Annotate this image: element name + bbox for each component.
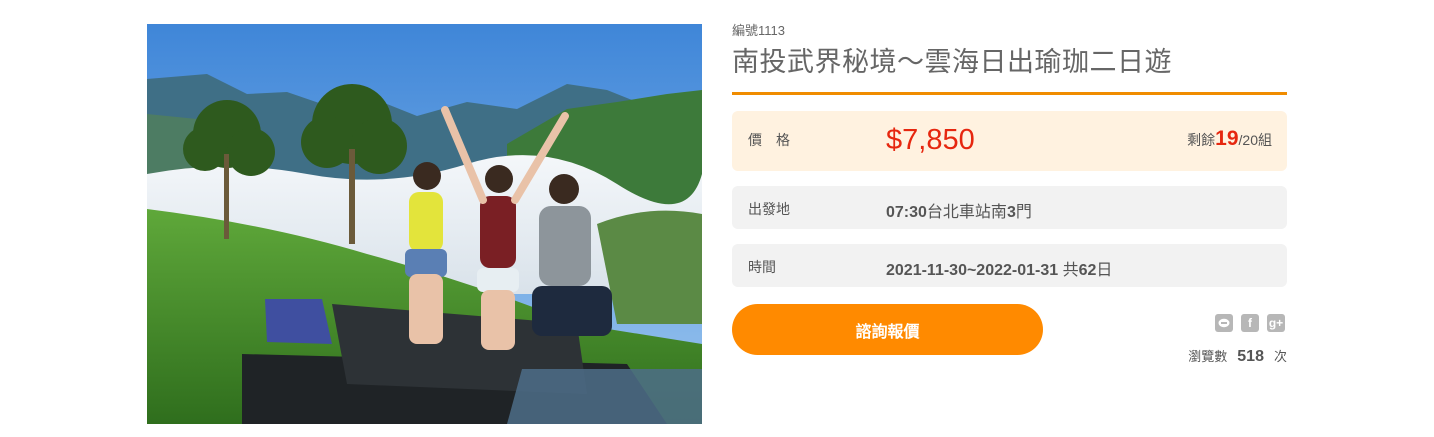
view-count-unit: 次 <box>1273 349 1287 364</box>
period-range: 2021-11-30~2022-01-31 <box>886 262 1059 279</box>
departure-place: 台北車站南 <box>926 204 1007 221</box>
remaining-suffix: /20組 <box>1238 132 1272 148</box>
period-total-prefix: 共 <box>1058 262 1079 279</box>
departure-row: 出發地 07:30台北車站南3門 <box>732 186 1287 229</box>
view-count-label: 瀏覽數 <box>1188 349 1228 364</box>
departure-time: 07:30 <box>886 204 927 221</box>
line-icon[interactable] <box>1215 314 1233 332</box>
departure-gate-number: 3 <box>1006 204 1016 221</box>
price-label: 價格 <box>748 132 804 148</box>
period-days: 62 <box>1078 262 1097 279</box>
departure-gate-suffix: 門 <box>1015 204 1032 221</box>
remaining-count: 19 <box>1215 127 1239 150</box>
price-amount: $7,850 <box>886 124 975 156</box>
google-plus-icon[interactable]: g+ <box>1267 314 1285 332</box>
view-count: 瀏覽數 518 次 <box>1188 346 1287 366</box>
period-days-suffix: 日 <box>1096 262 1113 279</box>
departure-label: 出發地 <box>748 201 790 217</box>
tour-title: 南投武界秘境～雲海日出瑜珈二日遊 <box>732 47 1172 77</box>
remaining-prefix: 剩餘 <box>1187 132 1216 148</box>
title-divider <box>732 92 1287 95</box>
inquire-quote-button[interactable]: 諮詢報價 <box>732 304 1043 355</box>
tour-code: 編號1113 <box>732 23 785 38</box>
facebook-icon[interactable]: f <box>1241 314 1259 332</box>
share-icons: f g+ <box>1215 314 1285 332</box>
period-label: 時間 <box>748 259 776 275</box>
period-value: 2021-11-30~2022-01-31 共62日 <box>886 256 1112 280</box>
tour-photo-image <box>147 24 702 424</box>
view-count-number: 518 <box>1237 348 1264 365</box>
departure-value: 07:30台北車站南3門 <box>886 198 1032 222</box>
price-row: 價格 $7,850 剩餘19/20組 <box>732 111 1287 171</box>
period-row: 時間 2021-11-30~2022-01-31 共62日 <box>732 244 1287 287</box>
remaining-slots: 剩餘19/20組 <box>1187 127 1272 151</box>
tour-photo <box>147 24 702 424</box>
tour-info-panel: 編號1113 南投武界秘境～雲海日出瑜珈二日遊 價格 $7,850 剩餘19/2… <box>732 22 1287 365</box>
